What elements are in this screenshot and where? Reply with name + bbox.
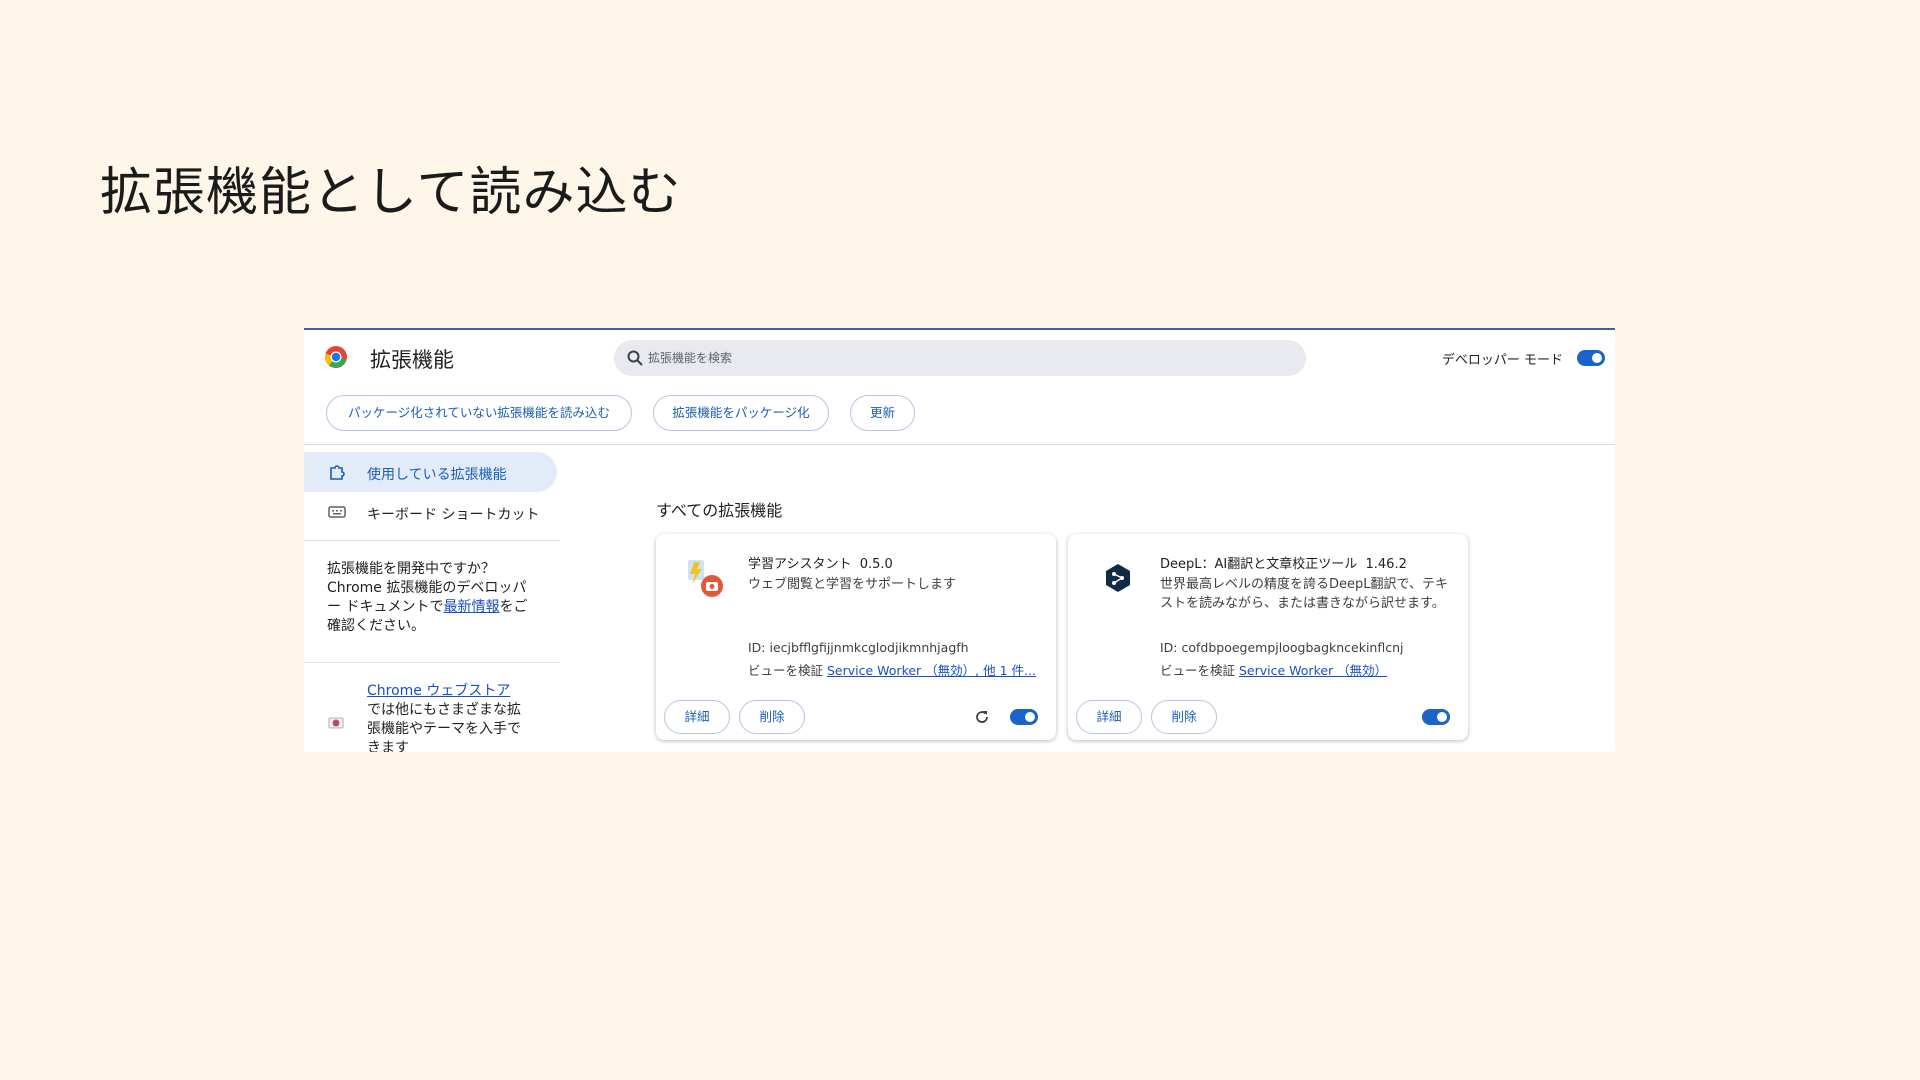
extension-id: ID: cofdbpoegempjloogbagkncekinflcnj [1160,640,1404,655]
details-button[interactable]: 詳細 [664,700,730,734]
puzzle-icon [330,465,345,480]
extension-title: 学習アシスタント [748,557,852,572]
store-note-text: では他にもさまざまな拡張機能やテーマを入手できます [367,702,521,752]
extension-card-learning-assistant: 学習アシスタント 0.5.0 ウェブ閲覧と学習をサポートします ID: iecj… [656,534,1056,740]
chrome-web-store-link[interactable]: Chrome ウェブストア [367,683,510,699]
extension-id: ID: iecjbfflgfijjnmkcglodjikmnhjagfh [748,640,969,655]
extension-version: 0.5.0 [859,557,893,572]
slide-title: 拡張機能として読み込む [100,163,682,223]
inspect-views: ビューを検証 Service Worker （無効） [1160,660,1387,679]
page-title: 拡張機能 [370,348,454,372]
header: 拡張機能 拡張機能を検索 デベロッパー モード パッケージ化されていない拡張機能… [304,330,1615,445]
keyboard-icon [328,506,346,518]
search-input[interactable]: 拡張機能を検索 [614,340,1306,376]
sidebar-item-label: 使用している拡張機能 [367,467,507,483]
service-worker-link[interactable]: Service Worker （無効）, 他 1 件... [827,663,1036,678]
inspect-views-label: ビューを検証 [1160,663,1239,678]
extension-name: DeepL：AI翻訳と文章校正ツール 1.46.2 [1160,553,1407,572]
web-store-note: Chrome ウェブストア では他にもさまざまな拡張機能やテーマを入手できます [367,682,527,752]
extension-enable-toggle[interactable] [1422,709,1450,725]
developer-mode-toggle[interactable] [1577,350,1605,366]
pack-extension-button[interactable]: 拡張機能をパッケージ化 [653,395,829,431]
deepl-icon [1106,564,1130,592]
sidebar-divider [304,662,560,663]
remove-button[interactable]: 削除 [1151,700,1217,734]
details-button[interactable]: 詳細 [1076,700,1142,734]
extension-enable-toggle[interactable] [1010,709,1038,725]
load-unpacked-button[interactable]: パッケージ化されていない拡張機能を読み込む [326,395,632,431]
reload-icon[interactable] [973,708,991,726]
remove-button[interactable]: 削除 [739,700,805,734]
extension-card-deepl: DeepL：AI翻訳と文章校正ツール 1.46.2 世界最高レベルの精度を誇るD… [1068,534,1468,740]
developer-mode-label: デベロッパー モード [1441,353,1563,368]
extensions-page-screenshot: 拡張機能 拡張機能を検索 デベロッパー モード パッケージ化されていない拡張機能… [304,328,1615,752]
developer-docs-note: 拡張機能を開発中ですか？Chrome 拡張機能のデベロッパー ドキュメントで最新… [327,560,537,636]
search-icon [627,350,643,366]
service-worker-link[interactable]: Service Worker （無効） [1239,663,1387,678]
section-title: すべての拡張機能 [656,501,783,520]
sidebar-item-label: キーボード ショートカット [367,507,540,523]
extension-name: 学習アシスタント 0.5.0 [748,553,893,572]
sidebar-item-my-extensions[interactable]: 使用している拡張機能 [304,452,557,492]
latest-info-link[interactable]: 最新情報 [443,599,499,615]
sidebar-item-keyboard-shortcuts[interactable]: キーボード ショートカット [304,492,557,532]
extension-description: ウェブ閲覧と学習をサポートします [748,577,957,592]
search-placeholder: 拡張機能を検索 [648,351,733,365]
extension-description: 世界最高レベルの精度を誇るDeepL翻訳で、テキストを読みながら、または書きなが… [1160,577,1448,611]
inspect-views: ビューを検証 Service Worker （無効）, 他 1 件... [748,660,1036,679]
chrome-web-store-icon [328,717,344,729]
update-button[interactable]: 更新 [850,395,915,431]
learning-assistant-icon [688,560,723,597]
extension-version: 1.46.2 [1365,557,1407,572]
sidebar-divider [304,540,560,541]
extension-title: DeepL：AI翻訳と文章校正ツール [1160,557,1358,572]
inspect-views-label: ビューを検証 [748,663,827,678]
chrome-logo-icon [324,346,347,368]
